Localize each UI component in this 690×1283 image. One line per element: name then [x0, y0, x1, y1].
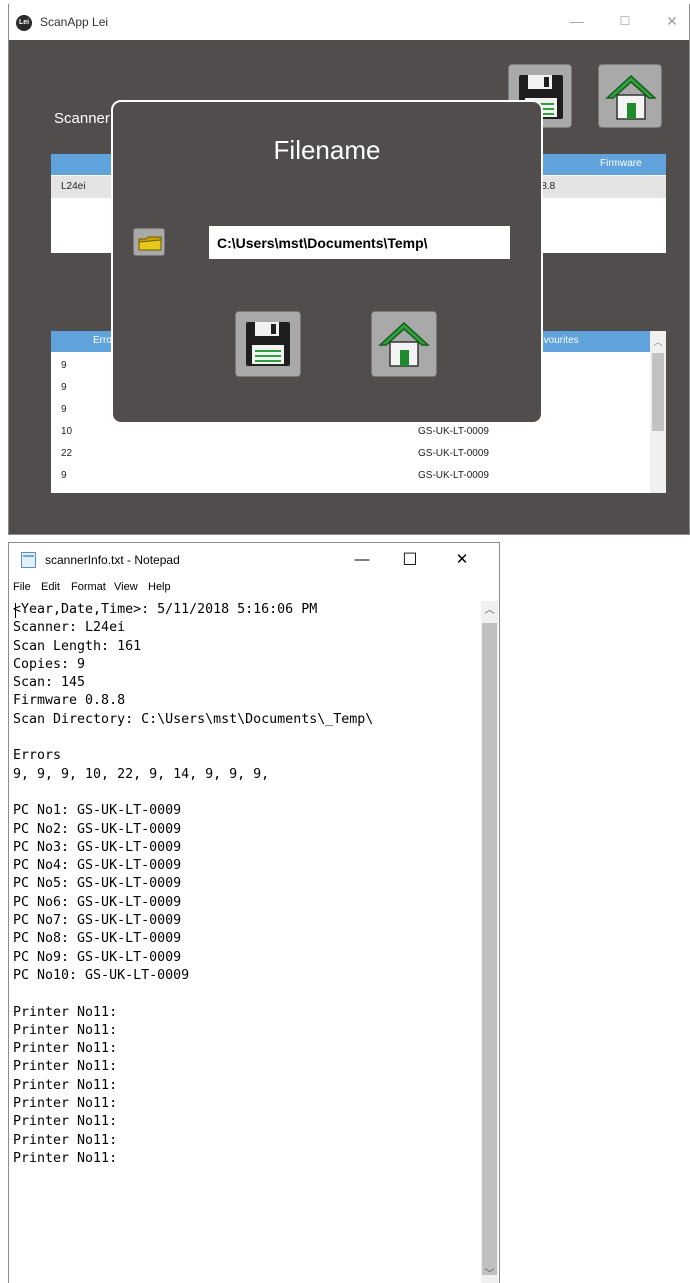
- notepad-title: scannerInfo.txt - Notepad: [45, 553, 180, 567]
- text-line: Firmware 0.8.8: [13, 693, 126, 709]
- scrollbar-thumb[interactable]: [482, 623, 497, 1275]
- scanapp-body: Scanner Firmware L24ei 0.8.8 Errors Favo…: [9, 40, 689, 534]
- errors-cell: 9: [61, 382, 67, 393]
- scroll-down-arrow-icon[interactable]: ﹀: [481, 1267, 498, 1283]
- notepad-scrollbar[interactable]: ︿ ﹀: [481, 601, 498, 1283]
- text-line: <Year,Date,Time>: 5/11/2018 5:16:06 PM: [13, 602, 318, 617]
- errors-cell: 10: [61, 426, 73, 437]
- text-line: PC No7: GS-UK-LT-0009: [13, 913, 182, 929]
- notepad-menubar: File Edit Format View Help: [9, 577, 499, 597]
- folder-icon: [138, 236, 162, 251]
- text-line: PC No2: GS-UK-LT-0009: [13, 821, 182, 837]
- text-line: [13, 985, 479, 1003]
- table-row[interactable]: 22 GS-UK-LT-0009: [51, 443, 666, 465]
- text-line: 9, 9, 9, 10, 22, 9, 14, 9, 9, 9,: [13, 766, 270, 782]
- text-line: Printer No11:: [13, 1150, 118, 1166]
- text-line: Printer No11:: [13, 1132, 118, 1148]
- errors-cell: 9: [61, 360, 67, 371]
- text-line: Copies: 9: [13, 656, 86, 672]
- scroll-up-arrow-icon[interactable]: ︿: [650, 335, 666, 349]
- text-line: Printer No11:: [13, 1096, 118, 1112]
- text-line: PC No5: GS-UK-LT-0009: [13, 876, 182, 892]
- notepad-window: scannerInfo.txt - Notepad — ☐ ✕ File Edi…: [8, 542, 500, 1283]
- text-line: Scanner: L24ei: [13, 620, 126, 636]
- text-line: Printer No11:: [13, 1041, 118, 1057]
- text-caret: [15, 603, 16, 618]
- scanapp-titlebar[interactable]: Lei ScanApp Lei — ☐ ✕: [9, 4, 689, 40]
- text-line: PC No1: GS-UK-LT-0009: [13, 803, 182, 819]
- notepad-close-button[interactable]: ✕: [450, 548, 474, 572]
- text-line: PC No8: GS-UK-LT-0009: [13, 931, 182, 947]
- menu-help[interactable]: Help: [148, 581, 171, 593]
- home-icon: [605, 74, 657, 120]
- text-line: Printer No11:: [13, 1114, 118, 1130]
- menu-format[interactable]: Format: [71, 581, 106, 593]
- text-line: PC No3: GS-UK-LT-0009: [13, 839, 182, 855]
- text-line: PC No4: GS-UK-LT-0009: [13, 858, 182, 874]
- pc-cell: GS-UK-LT-0009: [418, 426, 489, 437]
- minimize-button[interactable]: —: [566, 10, 588, 32]
- filename-dialog: Filename: [111, 100, 543, 424]
- notepad-minimize-button[interactable]: —: [350, 548, 374, 572]
- floppy-disk-icon: [246, 322, 290, 366]
- errors-cell: 22: [61, 448, 73, 459]
- scroll-up-arrow-icon[interactable]: ︿: [481, 603, 498, 619]
- text-line: Printer No11:: [13, 1077, 118, 1093]
- text-line: Errors: [13, 748, 62, 764]
- app-logo-icon: Lei: [16, 15, 32, 31]
- scanner-label: Scanner: [54, 110, 110, 127]
- text-line: PC No6: GS-UK-LT-0009: [13, 894, 182, 910]
- table-row[interactable]: 10 GS-UK-LT-0009: [51, 421, 666, 443]
- home-icon: [378, 321, 430, 367]
- menu-edit[interactable]: Edit: [41, 581, 60, 593]
- notepad-icon: [21, 552, 36, 568]
- dialog-home-button[interactable]: [371, 311, 437, 377]
- text-line: Scan: 145: [13, 675, 86, 691]
- errors-cell: 9: [61, 470, 67, 481]
- text-line: Printer No11:: [13, 1059, 118, 1075]
- text-line: PC No10: GS-UK-LT-0009: [13, 967, 190, 983]
- text-line: Scan Directory: C:\Users\mst\Documents\_…: [13, 711, 374, 727]
- close-button[interactable]: ✕: [661, 10, 683, 32]
- notepad-titlebar[interactable]: scannerInfo.txt - Notepad — ☐ ✕: [9, 543, 499, 577]
- text-line: [13, 784, 479, 802]
- pc-cell: GS-UK-LT-0009: [418, 470, 489, 481]
- scanapp-window: Lei ScanApp Lei — ☐ ✕ Scanner Firmware L…: [8, 4, 690, 535]
- home-button[interactable]: [598, 64, 662, 128]
- maximize-button[interactable]: ☐: [614, 10, 636, 32]
- text-line: Scan Length: 161: [13, 638, 142, 654]
- scanner-name-cell: L24ei: [61, 181, 86, 192]
- notepad-text-area[interactable]: <Year,Date,Time>: 5/11/2018 5:16:06 PM S…: [13, 601, 479, 1283]
- dialog-title: Filename: [273, 135, 381, 165]
- menu-file[interactable]: File: [13, 581, 31, 593]
- table-row[interactable]: 9 GS-UK-LT-0009: [51, 465, 666, 487]
- text-line: Printer No11:: [13, 1022, 118, 1038]
- errors-cell: 9: [61, 404, 67, 415]
- column-header-firmware[interactable]: Firmware: [600, 158, 642, 169]
- scrollbar-thumb[interactable]: [652, 353, 664, 431]
- scanapp-title: ScanApp Lei: [40, 15, 109, 29]
- dialog-save-button[interactable]: [235, 311, 301, 377]
- text-line: Printer No11:: [13, 1004, 118, 1020]
- menu-view[interactable]: View: [114, 581, 138, 593]
- text-line: [13, 729, 479, 747]
- errors-grid-scrollbar[interactable]: ︿: [650, 331, 666, 493]
- notepad-maximize-button[interactable]: ☐: [398, 548, 422, 572]
- text-line: PC No9: GS-UK-LT-0009: [13, 949, 182, 965]
- pc-cell: GS-UK-LT-0009: [418, 448, 489, 459]
- file-path-input[interactable]: [209, 226, 510, 259]
- browse-folder-button[interactable]: [133, 228, 165, 256]
